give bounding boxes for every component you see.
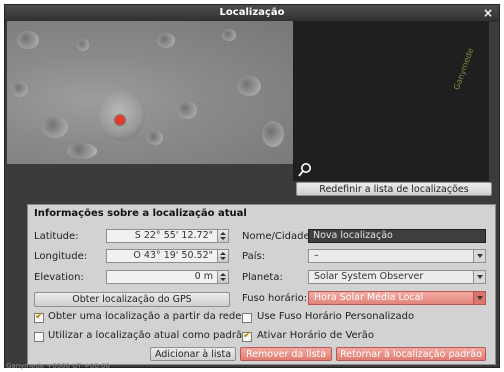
timezone-select[interactable]: Hora Solar Média Local — [308, 291, 486, 305]
country-value: – — [314, 250, 319, 261]
country-select[interactable]: – — [308, 249, 486, 263]
crater — [147, 131, 163, 145]
timezone-value: Hora Solar Média Local — [314, 292, 424, 303]
crater — [157, 33, 175, 48]
get-gps-location-button[interactable]: Obter localização do GPS — [34, 292, 230, 307]
latitude-label: Latitude: — [34, 231, 79, 242]
latitude-spinner[interactable] — [218, 229, 229, 243]
remove-from-list-button[interactable]: Remover da lista — [240, 347, 332, 361]
use-as-default-label[interactable]: Utilizar a localização atual como padrão — [48, 330, 248, 341]
reset-location-list-button[interactable]: Redefinir a lista de localizações — [296, 182, 492, 196]
crater — [67, 143, 97, 159]
country-label: País: — [242, 251, 266, 262]
status-text: Ganymede +0000 UT +00:00 — [6, 362, 110, 370]
daylight-saving-label[interactable]: Ativar Horário de Verão — [257, 330, 374, 341]
chevron-down-icon — [473, 271, 485, 283]
longitude-spinner[interactable] — [218, 249, 229, 263]
planet-label: Planeta: — [242, 272, 283, 283]
crater — [222, 29, 236, 41]
timezone-label: Fuso horário: — [242, 293, 308, 304]
crater — [12, 81, 28, 97]
return-default-location-button[interactable]: Retornar à localização padrão — [336, 347, 486, 361]
custom-timezone-checkbox[interactable] — [242, 313, 252, 323]
crater — [77, 39, 89, 51]
name-city-label: Nome/Cidade: — [242, 231, 313, 242]
longitude-label: Longitude: — [34, 251, 88, 262]
planet-preview — [293, 21, 489, 181]
crater — [262, 121, 284, 147]
elevation-label: Elevation: — [34, 272, 84, 283]
add-to-list-button[interactable]: Adicionar à lista — [150, 347, 236, 361]
network-location-label[interactable]: Obter uma localização a partir da rede — [48, 311, 241, 322]
crater — [237, 76, 261, 96]
daylight-saving-checkbox[interactable] — [242, 330, 252, 342]
close-icon[interactable]: × — [483, 6, 493, 20]
crater — [177, 101, 197, 119]
longitude-field[interactable]: O 43° 19' 50.52" — [106, 249, 218, 263]
chevron-down-icon — [473, 250, 485, 262]
use-as-default-checkbox[interactable] — [34, 332, 44, 342]
titlebar: Localização × — [5, 5, 499, 22]
chevron-down-icon — [473, 292, 485, 304]
planet-map[interactable] — [7, 21, 293, 164]
search-icon[interactable] — [297, 162, 313, 178]
elevation-spinner[interactable] — [218, 270, 229, 284]
window-title: Localização — [219, 7, 285, 18]
location-marker[interactable] — [115, 115, 125, 125]
elevation-field[interactable]: 0 m — [106, 270, 218, 284]
panel-title: Informações sobre a localização atual — [34, 208, 247, 219]
crater — [17, 31, 39, 49]
custom-timezone-label[interactable]: Use Fuso Horário Personalizado — [257, 311, 414, 322]
crater — [42, 116, 68, 138]
planet-value: Solar System Observer — [314, 271, 424, 282]
name-city-field[interactable]: Nova localização — [308, 229, 486, 243]
network-location-checkbox[interactable] — [34, 311, 44, 323]
planet-select[interactable]: Solar System Observer — [308, 270, 486, 284]
latitude-field[interactable]: S 22° 55' 12.72" — [106, 229, 218, 243]
